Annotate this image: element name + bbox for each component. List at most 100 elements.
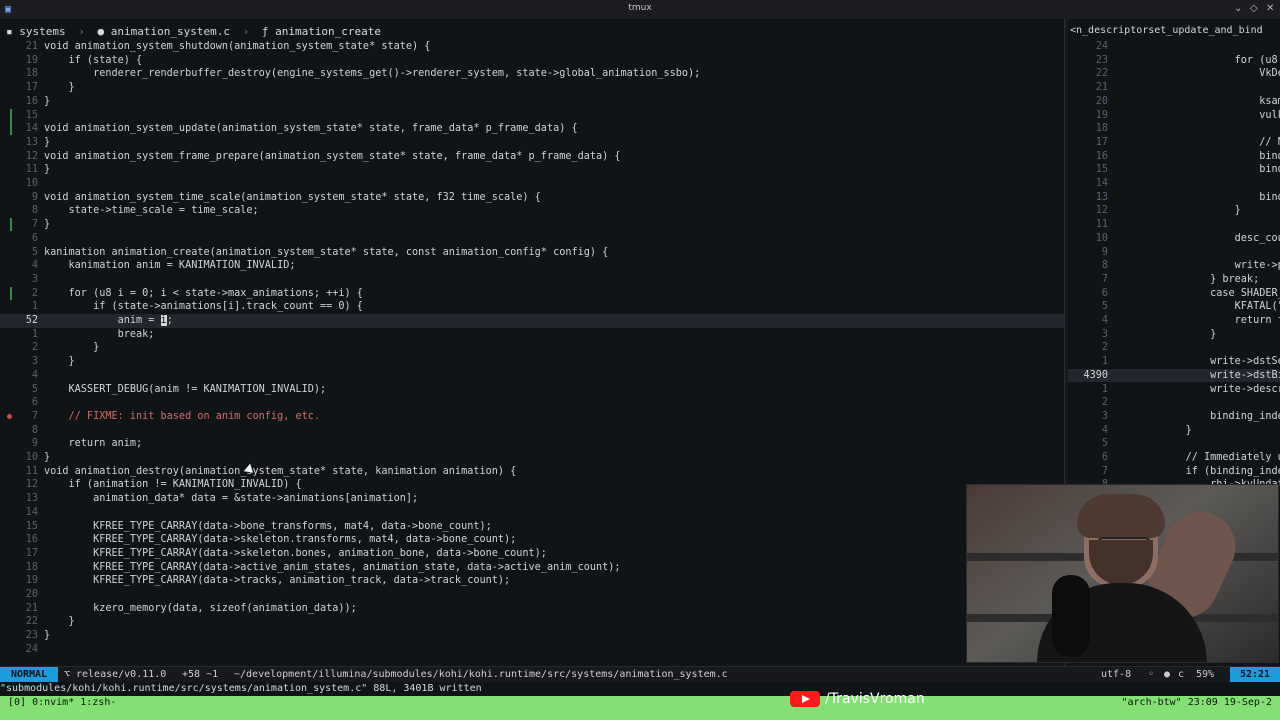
- code-line[interactable]: 10}: [0, 451, 1064, 465]
- code-text[interactable]: kanimation animation_create(animation_sy…: [44, 246, 608, 260]
- code-text[interactable]: void animation_destroy(animation_system_…: [44, 465, 516, 479]
- code-line[interactable]: 5 KFATAL("W: [1068, 300, 1280, 314]
- code-line[interactable]: 7 } break;: [1068, 273, 1280, 287]
- code-text[interactable]: kzero_memory(data, sizeof(animation_data…: [44, 602, 357, 616]
- code-text[interactable]: KFREE_TYPE_CARRAY(data->skeleton.transfo…: [44, 533, 516, 547]
- code-line[interactable]: 3 }: [1068, 328, 1280, 342]
- code-text[interactable]: // FIXME: init based on anim config, etc…: [44, 410, 320, 424]
- code-line[interactable]: 8 write->pI: [1068, 259, 1280, 273]
- code-text[interactable]: }: [44, 218, 50, 232]
- code-line[interactable]: 10 desc_coun: [1068, 232, 1280, 246]
- code-line[interactable]: 17 KFREE_TYPE_CARRAY(data->skeleton.bone…: [0, 547, 1064, 561]
- code-line[interactable]: 19 vulka: [1068, 109, 1280, 123]
- code-text[interactable]: }: [1112, 328, 1216, 342]
- code-text[interactable]: }: [44, 451, 50, 465]
- code-line[interactable]: 4 }: [1068, 424, 1280, 438]
- code-text[interactable]: for (u8 s: [1112, 54, 1280, 68]
- code-text[interactable]: }: [44, 81, 75, 95]
- code-line[interactable]: 20 ksamp: [1068, 95, 1280, 109]
- code-text[interactable]: }: [44, 615, 75, 629]
- code-text[interactable]: }: [44, 136, 50, 150]
- code-text[interactable]: KFREE_TYPE_CARRAY(data->active_anim_stat…: [44, 561, 620, 575]
- code-text[interactable]: }: [1112, 424, 1192, 438]
- code-text[interactable]: desc_coun: [1112, 232, 1280, 246]
- code-line[interactable]: 22 VkDes: [1068, 67, 1280, 81]
- code-line[interactable]: 9: [1068, 246, 1280, 260]
- code-line[interactable]: 18: [1068, 122, 1280, 136]
- code-text[interactable]: if (state->animations[i].track_count == …: [44, 300, 363, 314]
- code-line[interactable]: 4: [0, 369, 1064, 383]
- code-text[interactable]: animation_data* data = &state->animation…: [44, 492, 418, 506]
- code-line[interactable]: 2 for (u8 i = 0; i < state->max_animatio…: [0, 286, 1064, 301]
- code-line[interactable]: 13}: [0, 136, 1064, 150]
- code-line[interactable]: 23 for (u8 s: [1068, 54, 1280, 68]
- code-line[interactable]: 4 return fa: [1068, 314, 1280, 328]
- code-line[interactable]: 13 bindi: [1068, 191, 1280, 205]
- code-text[interactable]: bindi: [1112, 163, 1280, 177]
- code-line[interactable]: 4390 write->dstBin: [1068, 368, 1280, 383]
- code-line[interactable]: 16}: [0, 95, 1064, 109]
- code-text[interactable]: anim = i;: [44, 314, 173, 328]
- code-line[interactable]: 7 // FIXME: init based on anim config, e…: [0, 410, 1064, 424]
- code-line[interactable]: 9 void animation_system_time_scale(animat…: [0, 191, 1064, 205]
- code-text[interactable]: if (binding_index: [1112, 465, 1280, 479]
- code-line[interactable]: 1 write->descri: [1068, 383, 1280, 397]
- code-text[interactable]: KFREE_TYPE_CARRAY(data->skeleton.bones, …: [44, 547, 547, 561]
- code-line[interactable]: 2 }: [0, 341, 1064, 355]
- code-text[interactable]: return anim;: [44, 437, 143, 451]
- code-line[interactable]: 21 void animation_system_shutdown(animati…: [0, 40, 1064, 54]
- code-text[interactable]: case SHADER_B: [1112, 287, 1280, 301]
- minimize-icon[interactable]: ⌄: [1234, 3, 1242, 14]
- code-line[interactable]: 16 KFREE_TYPE_CARRAY(data->skeleton.tran…: [0, 533, 1064, 547]
- maximize-icon[interactable]: ◇: [1250, 3, 1258, 14]
- code-line[interactable]: 1 break;: [0, 328, 1064, 342]
- code-text[interactable]: write->descri: [1112, 383, 1280, 397]
- code-line[interactable]: 23}: [0, 629, 1064, 643]
- code-text[interactable]: }: [44, 95, 50, 109]
- code-text[interactable]: }: [44, 355, 75, 369]
- code-line[interactable]: 6 case SHADER_B: [1068, 287, 1280, 301]
- code-line[interactable]: 14 void animation_system_update(animation…: [0, 122, 1064, 136]
- code-text[interactable]: KFREE_TYPE_CARRAY(data->tracks, animatio…: [44, 574, 510, 588]
- code-line[interactable]: 1 if (state->animations[i].track_count =…: [0, 300, 1064, 314]
- code-line[interactable]: 3 binding_index: [1068, 410, 1280, 424]
- code-text[interactable]: void animation_system_shutdown(animation…: [44, 40, 430, 54]
- code-text[interactable]: ksamp: [1112, 95, 1280, 109]
- code-line[interactable]: 2: [1068, 341, 1280, 355]
- code-text[interactable]: renderer_renderbuffer_destroy(engine_sys…: [44, 67, 700, 81]
- code-text[interactable]: KFATAL("W: [1112, 300, 1280, 314]
- code-line[interactable]: 12 if (animation != KANIMATION_INVALID) …: [0, 478, 1064, 492]
- code-line[interactable]: 11}: [0, 163, 1064, 177]
- code-line[interactable]: 18 KFREE_TYPE_CARRAY(data->active_anim_s…: [0, 561, 1064, 575]
- code-line[interactable]: 9 return anim;: [0, 437, 1064, 451]
- code-text[interactable]: KFREE_TYPE_CARRAY(data->bone_transforms,…: [44, 520, 492, 534]
- code-line[interactable]: 19 KFREE_TYPE_CARRAY(data->tracks, anima…: [0, 574, 1064, 588]
- code-line[interactable]: 10: [0, 177, 1064, 191]
- code-text[interactable]: binding_index: [1112, 410, 1280, 424]
- code-line[interactable]: 8 state->time_scale = time_scale;: [0, 204, 1064, 218]
- code-line[interactable]: 3: [0, 273, 1064, 287]
- code-line[interactable]: 6: [0, 232, 1064, 246]
- code-line[interactable]: 17 // NO: [1068, 136, 1280, 150]
- code-text[interactable]: write->dstBin: [1112, 369, 1280, 383]
- code-text[interactable]: if (state) {: [44, 54, 143, 68]
- code-text[interactable]: for (u8 i = 0; i < state->max_animations…: [44, 287, 363, 301]
- editor-pane-left[interactable]: ▪ systems › ● animation_system.c › ƒ ani…: [0, 19, 1064, 666]
- code-line[interactable]: 20: [0, 588, 1064, 602]
- code-line[interactable]: 5 kanimation animation_create(animation_s…: [0, 246, 1064, 260]
- code-line[interactable]: 19 if (state) {: [0, 54, 1064, 68]
- code-text[interactable]: VkDes: [1112, 67, 1280, 81]
- tmux-windows[interactable]: [0] 0:nvim* 1:zsh-: [8, 697, 116, 709]
- code-line[interactable]: 1 write->dstSet: [1068, 355, 1280, 369]
- code-text[interactable]: void animation_system_frame_prepare(anim…: [44, 150, 621, 164]
- code-line[interactable]: 15: [0, 108, 1064, 123]
- code-line[interactable]: 7 if (binding_index: [1068, 465, 1280, 479]
- code-text[interactable]: }: [44, 629, 50, 643]
- code-line[interactable]: 24: [1068, 40, 1280, 54]
- code-line[interactable]: 13 animation_data* data = &state->animat…: [0, 492, 1064, 506]
- code-line[interactable]: 11 void animation_destroy(animation_syste…: [0, 465, 1064, 479]
- code-text[interactable]: void animation_system_time_scale(animati…: [44, 191, 541, 205]
- code-line[interactable]: 3 }: [0, 355, 1064, 369]
- code-text[interactable]: }: [44, 163, 50, 177]
- code-line[interactable]: 14: [0, 506, 1064, 520]
